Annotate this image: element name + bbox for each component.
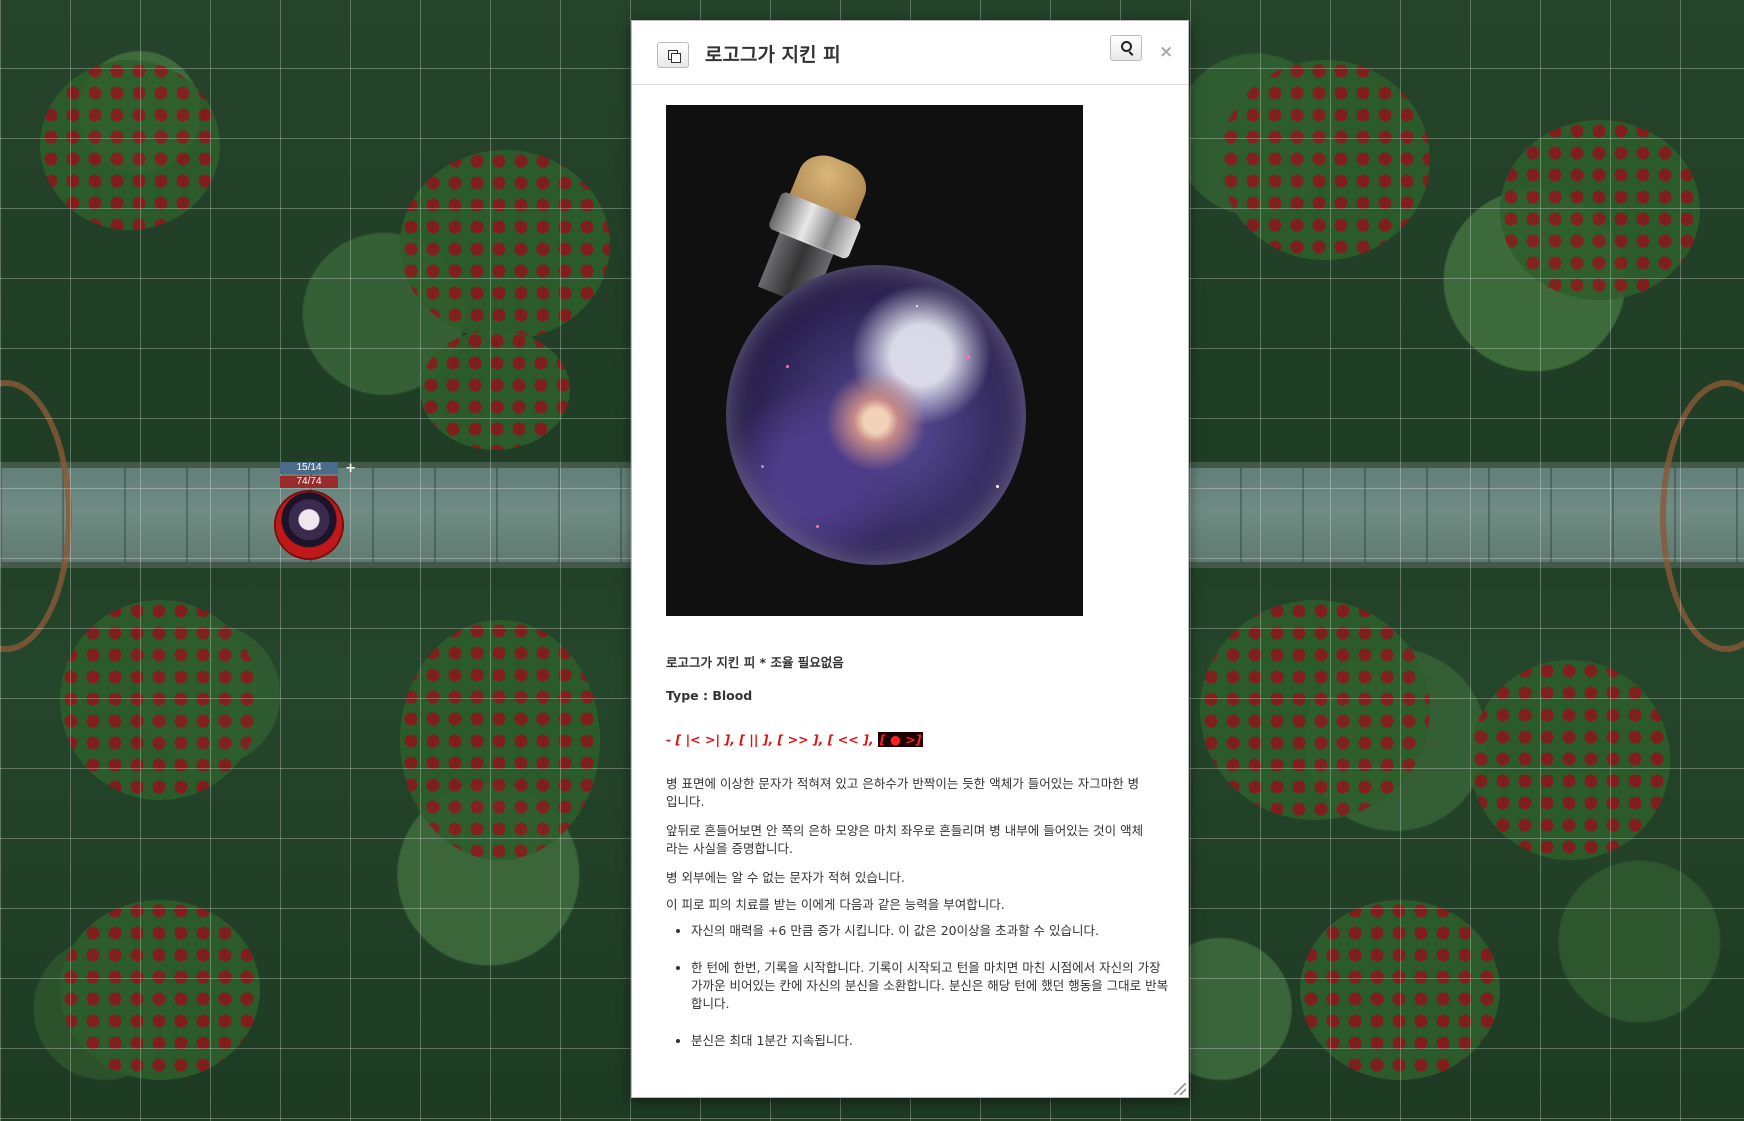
rose-bush: [400, 150, 610, 340]
close-icon[interactable]: ×: [1159, 42, 1173, 62]
rose-bush: [1200, 600, 1430, 820]
garden-arch: [0, 380, 72, 652]
list-item: 분신은 최대 1분간 지속됩니다.: [691, 1032, 1171, 1050]
popout-icon: [668, 50, 681, 63]
item-name: 로고그가 지킨 피 * 조율 필요없음: [666, 655, 844, 670]
description-paragraph: 병 표면에 이상한 문자가 적혀져 있고 은하수가 반짝이는 듯한 액체가 들어…: [666, 776, 1140, 809]
rose-bush: [1500, 120, 1700, 300]
item-type: Type : Blood: [666, 688, 753, 703]
item-handout-dialog: 로고그가 지킨 피 × 로고그가 지킨 피 * 조율 필요없음 Type : B…: [631, 20, 1189, 1098]
dialog-header: 로고그가 지킨 피 ×: [632, 21, 1188, 85]
popout-button[interactable]: [657, 42, 689, 68]
avatar[interactable]: [276, 492, 342, 558]
rose-bush: [60, 600, 260, 800]
resize-handle-icon[interactable]: [1174, 1083, 1186, 1095]
rose-bush: [40, 60, 220, 230]
dialog-title: 로고그가 지킨 피: [705, 44, 841, 66]
rose-bush: [1220, 60, 1430, 260]
list-item: 한 턴에 한번, 기록을 시작합니다. 기록이 시작되고 턴을 마치면 마친 시…: [691, 959, 1171, 1013]
token-hp-bar[interactable]: 74/74: [280, 476, 338, 488]
token-bar-top[interactable]: 15/14: [280, 462, 338, 474]
rose-bush: [1300, 900, 1500, 1080]
search-icon: [1121, 41, 1132, 52]
character-token[interactable]: 15/14 + 74/74: [276, 461, 356, 562]
list-item: 자신의 매력을 +6 만큼 증가 시킵니다. 이 값은 20이상을 초과할 수 …: [691, 922, 1171, 940]
item-controls: - [ |< >| ], [ || ], [ >> ], [ << ], [ ●…: [666, 732, 924, 747]
effects-list: 자신의 매력을 +6 만큼 증가 시킵니다. 이 값은 20이상을 초과할 수 …: [666, 922, 1171, 1069]
rose-bush: [400, 620, 600, 860]
description-paragraph: 앞뒤로 흔들어보면 안 쪽의 은하 모양은 마치 좌우로 흔들리며 병 내부에 …: [666, 823, 1144, 856]
description-paragraph: 병 외부에는 알 수 없는 문자가 적혀 있습니다.: [666, 870, 905, 885]
rose-bush: [60, 900, 260, 1080]
plus-icon[interactable]: +: [345, 461, 356, 476]
controls-text: - [ |< >| ], [ || ], [ >> ], [ << ],: [666, 732, 874, 747]
search-button[interactable]: [1110, 35, 1142, 61]
potion-image: [666, 105, 1083, 616]
description-paragraph: 이 피로 피의 치료를 받는 이에게 다음과 같은 능력을 부여합니다.: [666, 897, 1005, 912]
controls-highlight: [ ● >]: [877, 732, 924, 747]
rose-bush: [1470, 660, 1670, 860]
rose-bush: [420, 330, 570, 450]
garden-arch: [1660, 380, 1744, 652]
